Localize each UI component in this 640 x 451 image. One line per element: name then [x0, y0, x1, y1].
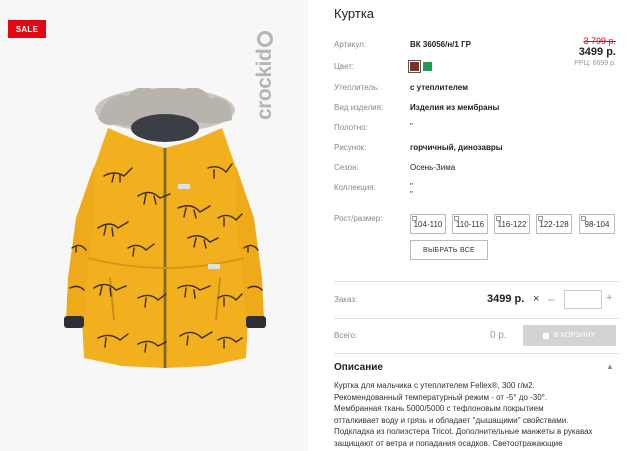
order-price: 3499 р. — [487, 293, 525, 305]
collection-value-2: " — [410, 190, 413, 199]
product-photo[interactable] — [58, 88, 272, 376]
decrease-quantity-button[interactable]: – — [548, 292, 555, 306]
size-option-104-110[interactable]: 104-110 — [410, 214, 446, 234]
product-image-panel: SALE crockid — [0, 0, 308, 451]
collapse-caret-icon[interactable]: ▲ — [606, 362, 614, 371]
quantity-input[interactable] — [564, 290, 602, 309]
cart-icon — [543, 332, 550, 339]
size-option-110-116[interactable]: 110-116 — [452, 214, 488, 234]
increase-quantity-button[interactable]: + — [606, 292, 612, 304]
pattern-value: горчичный, динозавры — [410, 143, 503, 152]
product-title: Куртка — [334, 6, 375, 21]
article-value: ВК 36056/н/1 ГР — [410, 40, 471, 49]
type-value: Изделия из мембраны — [410, 103, 500, 112]
old-price: 3 799 р. — [583, 36, 616, 46]
size-option-116-122[interactable]: 116-122 — [494, 214, 530, 234]
size-option-98-104[interactable]: 98-104 — [579, 214, 615, 234]
article-label: Артикул: — [334, 40, 367, 49]
rrp-price: РРЦ: 6699 р. — [574, 60, 616, 67]
color-swatch-green[interactable] — [423, 62, 432, 71]
current-price: 3499 р. — [578, 46, 616, 58]
divider — [334, 281, 620, 282]
insulation-label: Утеплитель: — [334, 83, 380, 92]
fabric-label: Полотно: — [334, 123, 368, 132]
size-option-122-128[interactable]: 122-128 — [536, 214, 572, 234]
season-label: Сезон: — [334, 163, 359, 172]
description-text: Куртка для мальчика с утеплителем Fellex… — [334, 381, 593, 448]
divider — [334, 318, 620, 319]
color-label: Цвет: — [334, 62, 355, 71]
total-value: 0 р. — [490, 330, 507, 341]
season-value: Осень-Зима — [410, 163, 456, 172]
pattern-label: Рисунок: — [334, 143, 367, 152]
description-heading[interactable]: Описание — [334, 362, 383, 373]
order-label: Заказ: — [334, 295, 358, 304]
add-to-cart-button[interactable]: В КОРЗИНУ — [523, 325, 616, 346]
select-all-sizes-button[interactable]: ВЫБРАТЬ ВСЕ — [410, 240, 488, 260]
fabric-value: " — [410, 122, 413, 131]
sale-badge: SALE — [8, 20, 46, 38]
color-swatch-brown[interactable] — [408, 60, 421, 73]
divider — [334, 353, 620, 354]
size-label: Рост/размер: — [334, 214, 383, 223]
collection-label: Коллекция: — [334, 183, 376, 192]
insulation-value: с утеплителем — [410, 83, 469, 92]
clear-order-icon[interactable]: × — [533, 293, 539, 305]
total-label: Всего: — [334, 331, 358, 340]
type-label: Вид изделия: — [334, 103, 384, 112]
